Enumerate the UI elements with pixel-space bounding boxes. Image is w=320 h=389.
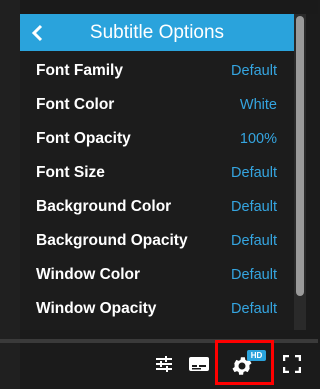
option-window-color[interactable]: Window Color Default (20, 258, 294, 292)
option-label: Window Opacity (36, 300, 157, 317)
option-value: Default (231, 63, 277, 79)
sliders-icon (156, 356, 172, 372)
option-value: White (239, 97, 277, 113)
fullscreen-icon (283, 355, 301, 373)
subtitles-button[interactable] (187, 352, 211, 376)
video-background-edge (0, 0, 20, 389)
option-label: Font Opacity (36, 130, 131, 147)
scrollbar-thumb[interactable] (296, 16, 304, 296)
option-background-opacity[interactable]: Background Opacity Default (20, 224, 294, 258)
option-value: Default (231, 199, 277, 215)
option-font-opacity[interactable]: Font Opacity 100% (20, 122, 294, 156)
sliders-button[interactable] (152, 352, 176, 376)
subtitles-icon (189, 357, 209, 371)
option-label: Font Size (36, 164, 105, 181)
option-value: Default (231, 301, 277, 317)
fullscreen-button[interactable] (280, 352, 304, 376)
menu-header: Subtitle Options (20, 14, 294, 51)
option-value: Default (231, 267, 277, 283)
video-background (0, 0, 318, 14)
option-label: Background Opacity (36, 232, 188, 249)
option-value: 100% (239, 131, 277, 147)
option-value: Default (231, 233, 277, 249)
option-font-color[interactable]: Font Color White (20, 88, 294, 122)
back-button[interactable] (24, 18, 50, 47)
option-label: Window Color (36, 266, 141, 283)
menu-scrollbar[interactable] (294, 14, 306, 330)
option-label: Background Color (36, 198, 172, 215)
menu-title: Subtitle Options (89, 22, 225, 43)
option-label: Font Family (36, 62, 123, 79)
option-background-color[interactable]: Background Color Default (20, 190, 294, 224)
option-font-size[interactable]: Font Size Default (20, 156, 294, 190)
option-label: Font Color (36, 96, 115, 113)
hd-badge: HD (247, 350, 266, 361)
chevron-left-icon (31, 24, 43, 41)
subtitle-options-menu: Subtitle Options Font Family Default Fon… (20, 14, 306, 330)
options-list: Font Family Default Font Color White Fon… (20, 54, 294, 326)
option-font-family[interactable]: Font Family Default (20, 54, 294, 88)
option-window-opacity[interactable]: Window Opacity Default (20, 292, 294, 326)
option-value: Default (231, 165, 277, 181)
